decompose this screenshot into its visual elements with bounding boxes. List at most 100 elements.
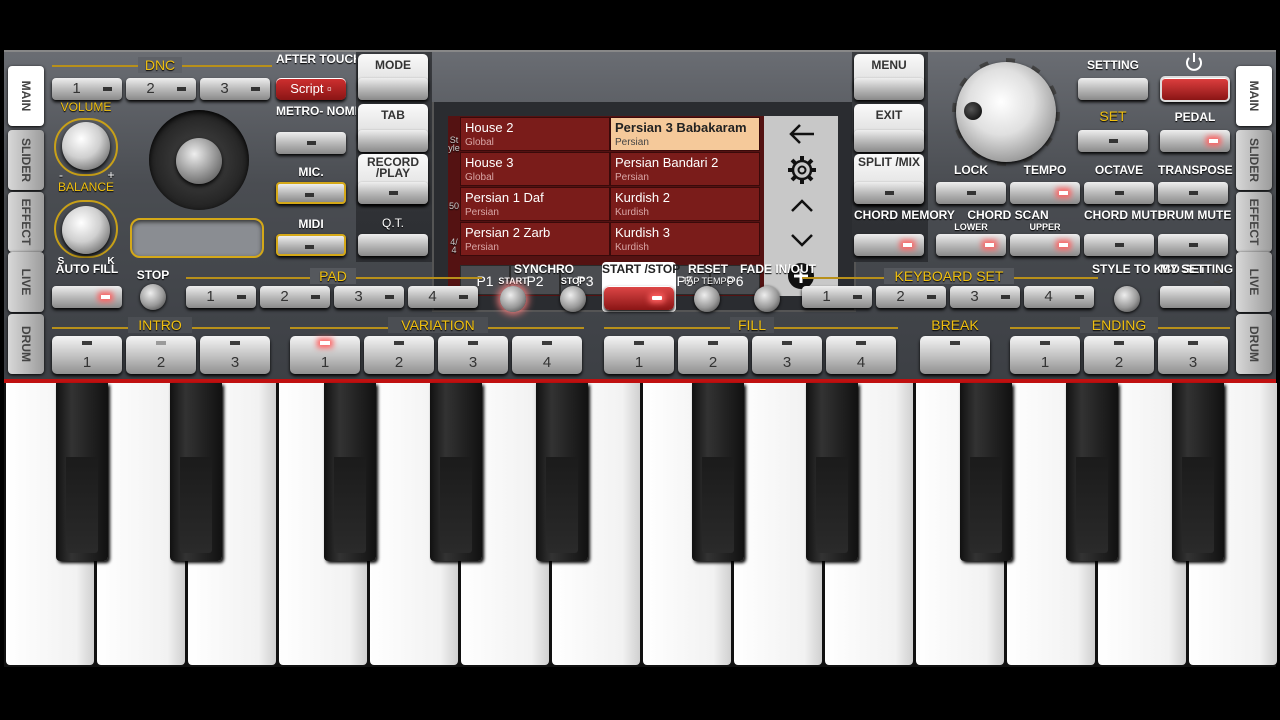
octave-button[interactable]: [1084, 182, 1154, 204]
mic-button[interactable]: [276, 182, 346, 204]
qt-button[interactable]: [358, 234, 428, 256]
pad-stop-knob[interactable]: [140, 284, 166, 310]
midi-button[interactable]: [276, 234, 346, 256]
style-item[interactable]: Kurdish 3 Kurdish: [610, 222, 760, 256]
my-setting-button[interactable]: [1160, 286, 1230, 308]
black-key[interactable]: [1066, 383, 1118, 561]
split-mix-action[interactable]: [854, 182, 924, 204]
side-tab-slider-right[interactable]: SLIDER: [1236, 130, 1272, 190]
fill-button-4[interactable]: 4: [826, 336, 896, 374]
side-tab-effect-left[interactable]: EFFECT: [8, 192, 44, 252]
black-key[interactable]: [536, 383, 588, 561]
black-key[interactable]: [56, 383, 108, 561]
dnc-button-3[interactable]: 3: [200, 78, 270, 100]
keyboard-set-button-3[interactable]: 3: [950, 286, 1020, 308]
transpose-button[interactable]: [1158, 182, 1228, 204]
led-indicator: [311, 295, 320, 299]
tab-action[interactable]: [358, 130, 428, 152]
intro-button-2[interactable]: 2: [126, 336, 196, 374]
style-item[interactable]: House 3 Global: [460, 152, 610, 186]
style-item[interactable]: Kurdish 2 Kurdish: [610, 187, 760, 221]
black-key[interactable]: [960, 383, 1012, 561]
auto-fill-button[interactable]: [52, 286, 122, 308]
fill-button-2[interactable]: 2: [678, 336, 748, 374]
dnc-button-2[interactable]: 2: [126, 78, 196, 100]
gear-icon[interactable]: [786, 154, 818, 186]
keyboard-set-button-4[interactable]: 4: [1024, 286, 1094, 308]
keyboard-set-button-2[interactable]: 2: [876, 286, 946, 308]
style-item[interactable]: Persian Bandari 2 Persian: [610, 152, 760, 186]
fade-knob[interactable]: [754, 286, 780, 312]
synchro-stop-knob[interactable]: [560, 286, 586, 312]
joystick[interactable]: [176, 138, 222, 184]
keyboard-set-button-1[interactable]: 1: [802, 286, 872, 308]
chord-scan-upper-button[interactable]: [1010, 234, 1080, 256]
variation-button-2[interactable]: 2: [364, 336, 434, 374]
lock-label: LOCK: [954, 163, 988, 177]
style-item[interactable]: Persian 2 Zarb Persian: [460, 222, 610, 256]
menu-action[interactable]: [854, 78, 924, 100]
fill-button-3[interactable]: 3: [752, 336, 822, 374]
ending-button-1[interactable]: 1: [1010, 336, 1080, 374]
side-tab-live-style-left[interactable]: LIVE STYLE: [8, 252, 44, 312]
intro-button-3[interactable]: 3: [200, 336, 270, 374]
touch-pad[interactable]: [130, 218, 264, 258]
balance-label: BALANCE: [57, 180, 115, 194]
tempo-button[interactable]: [1010, 182, 1080, 204]
pad-button-1[interactable]: 1: [186, 286, 256, 308]
side-tab-main-left[interactable]: MAIN: [8, 66, 44, 126]
pad-button-3[interactable]: 3: [334, 286, 404, 308]
variation-button-3[interactable]: 3: [438, 336, 508, 374]
chord-mute-button[interactable]: [1084, 234, 1154, 256]
style-item[interactable]: Persian 1 Daf Persian: [460, 187, 610, 221]
chevron-down-icon[interactable]: [790, 232, 814, 248]
pad-button-4[interactable]: 4: [408, 286, 478, 308]
balance-knob[interactable]: [62, 206, 110, 254]
pedal-button[interactable]: [1160, 130, 1230, 152]
record-action[interactable]: [358, 182, 428, 204]
mode-action[interactable]: [358, 78, 428, 100]
synchro-start-knob[interactable]: [500, 286, 526, 312]
lock-button[interactable]: [936, 182, 1006, 204]
black-key[interactable]: [806, 383, 858, 561]
black-key[interactable]: [324, 383, 376, 561]
side-tab-live-style-right[interactable]: LIVE STYLE: [1211, 252, 1272, 312]
power-button[interactable]: [1160, 76, 1230, 102]
style-to-kbd-knob[interactable]: [1114, 286, 1140, 312]
side-tab-main-right[interactable]: MAIN: [1236, 66, 1272, 126]
break-button[interactable]: [920, 336, 990, 374]
exit-action[interactable]: [854, 130, 924, 152]
script-button[interactable]: Script ▫: [276, 78, 346, 100]
volume-knob[interactable]: [62, 122, 110, 170]
start-stop-button[interactable]: [604, 286, 674, 310]
metronome-button[interactable]: [276, 132, 346, 154]
side-tab-drum-right[interactable]: DRUM: [1236, 314, 1272, 374]
back-arrow-icon[interactable]: [788, 122, 816, 146]
reset-knob[interactable]: [694, 286, 720, 312]
side-tab-drum-left[interactable]: DRUM: [8, 314, 44, 374]
drum-mute-button[interactable]: [1158, 234, 1228, 256]
intro-button-1[interactable]: 1: [52, 336, 122, 374]
variation-button-1[interactable]: 1: [290, 336, 360, 374]
black-key[interactable]: [692, 383, 744, 561]
ending-button-2[interactable]: 2: [1084, 336, 1154, 374]
ending-button-3[interactable]: 3: [1158, 336, 1228, 374]
black-key[interactable]: [430, 383, 482, 561]
side-tab-effect-right[interactable]: EFFECT: [1236, 192, 1272, 252]
style-item-selected[interactable]: Persian 3 Babakaram Persian: [610, 117, 760, 151]
set-button[interactable]: [1078, 130, 1148, 152]
chevron-up-icon[interactable]: [790, 198, 814, 214]
chord-memory-button[interactable]: [854, 234, 924, 256]
setting-button[interactable]: [1078, 78, 1148, 100]
style-item[interactable]: House 2 Global: [460, 117, 610, 151]
black-key[interactable]: [170, 383, 222, 561]
fill-label: FILL: [730, 317, 774, 333]
chord-scan-lower-button[interactable]: [936, 234, 1006, 256]
side-tab-slider-left[interactable]: SLIDER: [8, 130, 44, 190]
fill-button-1[interactable]: 1: [604, 336, 674, 374]
variation-button-4[interactable]: 4: [512, 336, 582, 374]
pad-button-2[interactable]: 2: [260, 286, 330, 308]
dnc-button-1[interactable]: 1: [52, 78, 122, 100]
black-key[interactable]: [1172, 383, 1224, 561]
pedal-label: PEDAL: [1174, 110, 1216, 124]
